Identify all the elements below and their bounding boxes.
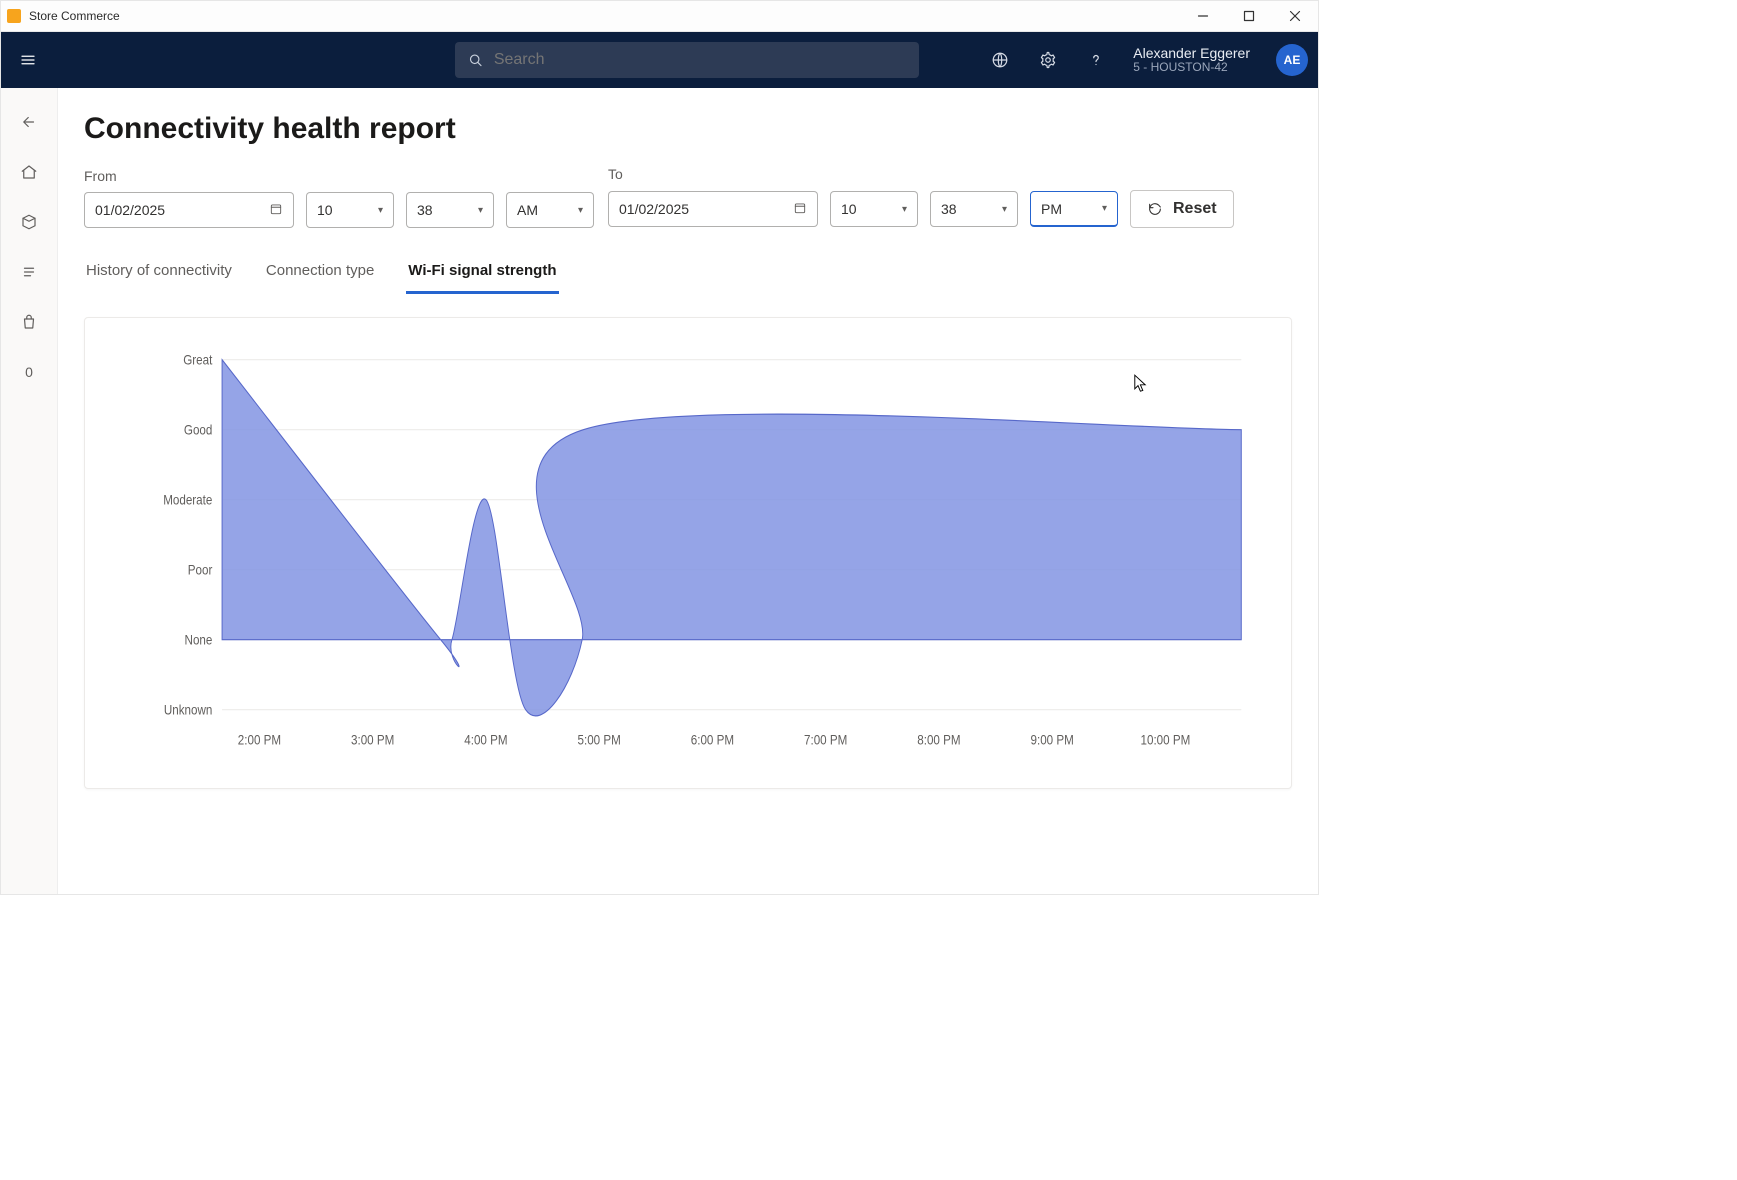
from-minute-value: 38 — [417, 202, 433, 218]
to-group: To 01/02/2025 10 ▾ 38 ▾ PM ▾ — [608, 166, 1234, 228]
content: Connectivity health report From 01/02/20… — [58, 88, 1318, 894]
report-tabs: History of connectivity Connection type … — [84, 254, 1292, 295]
svg-text:8:00 PM: 8:00 PM — [917, 732, 960, 748]
wifi-signal-chart: Great Good Moderate Poor None Unknown 2:00 PM 3… — [125, 348, 1251, 768]
to-minute-select[interactable]: 38 ▾ — [930, 191, 1018, 227]
from-ampm-select[interactable]: AM ▾ — [506, 192, 594, 228]
window-minimize-button[interactable] — [1180, 1, 1226, 31]
top-nav: Alexander Eggerer 5 - HOUSTON-42 AE — [1, 32, 1318, 88]
from-ampm-value: AM — [517, 202, 538, 218]
chevron-down-icon: ▾ — [1002, 204, 1007, 215]
svg-text:4:00 PM: 4:00 PM — [464, 732, 507, 748]
tab-wifi-strength[interactable]: Wi-Fi signal strength — [406, 254, 558, 294]
left-rail: 0 — [1, 88, 58, 894]
svg-text:3:00 PM: 3:00 PM — [351, 732, 394, 748]
to-ampm-select[interactable]: PM ▾ — [1030, 191, 1118, 227]
app-title: Store Commerce — [29, 9, 120, 23]
zero-icon[interactable]: 0 — [19, 362, 39, 382]
tab-connection-type[interactable]: Connection type — [264, 254, 376, 294]
home-icon[interactable] — [19, 162, 39, 182]
reset-button[interactable]: Reset — [1130, 190, 1234, 228]
from-hour-select[interactable]: 10 ▾ — [306, 192, 394, 228]
from-minute-select[interactable]: 38 ▾ — [406, 192, 494, 228]
reset-label: Reset — [1173, 200, 1217, 218]
svg-text:6:00 PM: 6:00 PM — [691, 732, 734, 748]
svg-text:Moderate: Moderate — [163, 491, 212, 507]
chevron-down-icon: ▾ — [378, 205, 383, 216]
user-block[interactable]: Alexander Eggerer 5 - HOUSTON-42 — [1133, 45, 1250, 75]
user-name: Alexander Eggerer — [1133, 45, 1250, 61]
bag-icon[interactable] — [19, 312, 39, 332]
from-date-value: 01/02/2025 — [95, 202, 165, 218]
from-group: From 01/02/2025 10 ▾ 38 ▾ AM ▾ — [84, 168, 594, 228]
to-minute-value: 38 — [941, 201, 957, 217]
to-date-input[interactable]: 01/02/2025 — [608, 191, 818, 227]
svg-text:10:00 PM: 10:00 PM — [1141, 732, 1191, 748]
tab-history[interactable]: History of connectivity — [84, 254, 234, 294]
chevron-down-icon: ▾ — [902, 204, 907, 215]
help-icon[interactable] — [1085, 49, 1107, 71]
page-title: Connectivity health report — [84, 112, 1292, 146]
svg-text:9:00 PM: 9:00 PM — [1031, 732, 1074, 748]
from-date-input[interactable]: 01/02/2025 — [84, 192, 294, 228]
window-title-bar: Store Commerce — [1, 1, 1318, 32]
gear-icon[interactable] — [1037, 49, 1059, 71]
search-box[interactable] — [455, 42, 919, 78]
chevron-down-icon: ▾ — [478, 205, 483, 216]
back-icon[interactable] — [19, 112, 39, 132]
calendar-icon — [269, 202, 283, 219]
svg-text:Unknown: Unknown — [164, 701, 213, 717]
from-hour-value: 10 — [317, 202, 333, 218]
svg-text:Good: Good — [184, 421, 212, 437]
list-icon[interactable] — [19, 262, 39, 282]
to-date-value: 01/02/2025 — [619, 201, 689, 217]
svg-text:2:00 PM: 2:00 PM — [238, 732, 281, 748]
from-label: From — [84, 168, 594, 184]
to-label: To — [608, 166, 1234, 182]
calendar-icon — [793, 201, 807, 218]
to-hour-select[interactable]: 10 ▾ — [830, 191, 918, 227]
svg-text:7:00 PM: 7:00 PM — [804, 732, 847, 748]
window-maximize-button[interactable] — [1226, 1, 1272, 31]
app-icon — [7, 9, 21, 23]
globe-icon[interactable] — [989, 49, 1011, 71]
chevron-down-icon: ▾ — [1102, 203, 1107, 214]
avatar[interactable]: AE — [1276, 44, 1308, 76]
search-icon — [467, 51, 484, 69]
hamburger-button[interactable] — [11, 43, 45, 77]
window-close-button[interactable] — [1272, 1, 1318, 31]
reset-icon — [1147, 201, 1163, 217]
chevron-down-icon: ▾ — [578, 205, 583, 216]
svg-text:5:00 PM: 5:00 PM — [578, 732, 621, 748]
svg-text:Poor: Poor — [188, 561, 213, 577]
user-sub: 5 - HOUSTON-42 — [1133, 61, 1250, 75]
to-hour-value: 10 — [841, 201, 857, 217]
to-ampm-value: PM — [1041, 201, 1062, 217]
chart-card: Great Good Moderate Poor None Unknown 2:00 PM 3… — [84, 317, 1292, 789]
svg-text:None: None — [185, 631, 213, 647]
search-input[interactable] — [492, 50, 907, 70]
box-icon[interactable] — [19, 212, 39, 232]
svg-text:Great: Great — [183, 351, 212, 367]
